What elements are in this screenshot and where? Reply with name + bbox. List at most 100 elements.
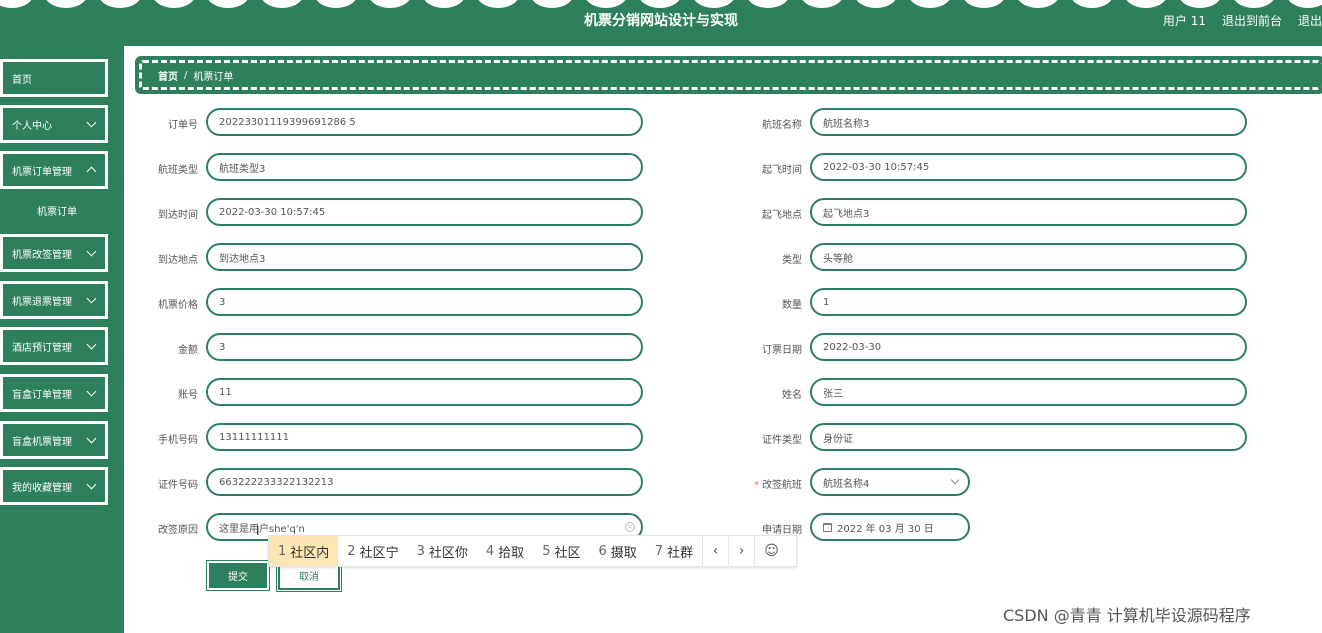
chevron-down-icon	[86, 479, 97, 490]
sidebar-item-label: 个人中心	[12, 120, 52, 132]
sidebar: 首页 个人中心 机票订单管理 机票订单 机票改签管理 机票退票管理 酒店预订管理…	[0, 46, 124, 633]
depart-place-label: 起飞地点	[762, 210, 802, 221]
flight-type-value: 航班类型3	[219, 163, 266, 175]
ime-candidate[interactable]: 2 社区宁	[338, 536, 407, 566]
flight-name-field[interactable]: 航班名称3	[810, 108, 1247, 136]
id-type-value: 身份证	[823, 433, 853, 445]
header-scallop-decoration	[0, 0, 1322, 8]
arrive-time-label: 到达时间	[158, 210, 198, 221]
sidebar-item-personal-center[interactable]: 个人中心	[0, 105, 108, 143]
sidebar-item-label: 首页	[12, 74, 32, 86]
sidebar-item-label: 盲盒订单管理	[12, 389, 72, 401]
back-to-front-link[interactable]: 退出到前台	[1222, 12, 1282, 29]
depart-time-value: 2022-03-30 10:57:45	[823, 161, 930, 173]
header-actions: 用户 11 退出到前台 退出	[1163, 12, 1322, 29]
depart-time-label: 起飞时间	[762, 165, 802, 176]
order-no-field[interactable]: 20223301119399691286 5	[206, 108, 643, 136]
sidebar-item-blindbox-ticket-mgmt[interactable]: 盲盒机票管理	[0, 421, 108, 459]
chevron-down-icon	[86, 433, 97, 444]
ime-candidate-bar: 1 社区内 2 社区宁 3 社区你 4 拾取 5 社区 6 摄取 7 社群 ‹ › ☺	[268, 535, 797, 567]
quantity-field[interactable]: 1	[810, 288, 1247, 316]
sidebar-item-blindbox-order-mgmt[interactable]: 盲盒订单管理	[0, 374, 108, 412]
ime-candidate[interactable]: 4 拾取	[477, 536, 533, 566]
ime-candidate[interactable]: 5 社区	[533, 536, 589, 566]
sidebar-item-change-mgmt[interactable]: 机票改签管理	[0, 234, 108, 272]
id-no-field[interactable]: 663222233322132213	[206, 468, 643, 496]
phone-field[interactable]: 13111111111	[206, 423, 643, 451]
phone-value: 13111111111	[219, 431, 289, 443]
account-field[interactable]: 11	[206, 378, 643, 406]
order-date-value: 2022-03-30	[823, 341, 882, 353]
depart-time-field[interactable]: 2022-03-30 10:57:45	[810, 153, 1247, 181]
change-flight-label: * 改签航班	[754, 480, 802, 491]
sidebar-item-hotel-mgmt[interactable]: 酒店预订管理	[0, 327, 108, 365]
order-date-field[interactable]: 2022-03-30	[810, 333, 1247, 361]
quantity-value: 1	[823, 296, 830, 308]
site-title: 机票分销网站设计与实现	[584, 13, 738, 29]
id-type-label: 证件类型	[762, 435, 802, 446]
price-value: 3	[219, 296, 226, 308]
emoji-icon[interactable]: ☺	[754, 536, 788, 566]
sidebar-item-label: 酒店预订管理	[12, 342, 72, 354]
order-date-label: 订票日期	[762, 345, 802, 356]
type-field[interactable]: 头等舱	[810, 243, 1247, 271]
apply-date-value: 2022 年 03 月 30 日	[837, 523, 934, 535]
depart-place-value: 起飞地点3	[823, 208, 870, 220]
sidebar-item-label: 机票订单管理	[12, 166, 72, 178]
sidebar-subitem-label: 机票订单	[37, 206, 77, 218]
breadcrumb: 首页 / 机票订单	[135, 56, 1322, 94]
account-label: 账号	[178, 390, 198, 401]
clear-icon[interactable]: ×	[625, 522, 635, 532]
ime-candidate[interactable]: 7 社群	[646, 536, 702, 566]
chevron-down-icon	[86, 246, 97, 257]
required-mark: *	[754, 480, 759, 491]
arrive-place-value: 到达地点3	[219, 253, 266, 265]
phone-label: 手机号码	[158, 435, 198, 446]
amount-field[interactable]: 3	[206, 333, 643, 361]
id-type-field[interactable]: 身份证	[810, 423, 1247, 451]
arrive-place-field[interactable]: 到达地点3	[206, 243, 643, 271]
price-label: 机票价格	[158, 300, 198, 311]
breadcrumb-separator: /	[184, 69, 188, 81]
ime-next-icon[interactable]: ›	[728, 536, 754, 566]
apply-date-picker[interactable]: 2022 年 03 月 30 日	[810, 513, 970, 541]
sidebar-item-label: 盲盒机票管理	[12, 436, 72, 448]
amount-value: 3	[219, 341, 226, 353]
amount-label: 金额	[178, 345, 198, 356]
ime-prev-icon[interactable]: ‹	[702, 536, 728, 566]
id-no-label: 证件号码	[158, 480, 198, 491]
text-cursor-icon: I	[256, 524, 260, 538]
chevron-down-icon	[86, 117, 97, 128]
arrive-time-field[interactable]: 2022-03-30 10:57:45	[206, 198, 643, 226]
sidebar-item-favorites-mgmt[interactable]: 我的收藏管理	[0, 467, 108, 505]
ime-candidate[interactable]: 3 社区你	[408, 536, 477, 566]
logout-link[interactable]: 退出	[1298, 12, 1322, 29]
quantity-label: 数量	[782, 300, 802, 311]
id-no-value: 663222233322132213	[219, 476, 334, 488]
depart-place-field[interactable]: 起飞地点3	[810, 198, 1247, 226]
ime-candidate[interactable]: 1 社区内	[269, 536, 339, 566]
change-flight-select[interactable]: 航班名称4	[810, 468, 970, 496]
arrive-place-label: 到达地点	[158, 255, 198, 266]
sidebar-item-label: 机票退票管理	[12, 296, 72, 308]
sidebar-subitem-ticket-order[interactable]: 机票订单	[0, 192, 124, 228]
top-header: 机票分销网站设计与实现 用户 11 退出到前台 退出	[0, 0, 1322, 46]
ime-candidate[interactable]: 6 摄取	[589, 536, 645, 566]
account-value: 11	[219, 386, 232, 398]
arrive-time-value: 2022-03-30 10:57:45	[219, 206, 326, 218]
submit-button[interactable]: 提交	[206, 560, 270, 591]
order-no-value: 20223301119399691286 5	[219, 116, 356, 128]
flight-type-field[interactable]: 航班类型3	[206, 153, 643, 181]
change-flight-value: 航班名称4	[823, 478, 870, 490]
breadcrumb-current: 机票订单	[193, 71, 234, 83]
name-label: 姓名	[782, 390, 802, 401]
breadcrumb-home[interactable]: 首页	[158, 68, 178, 83]
name-field[interactable]: 张三	[810, 378, 1247, 406]
chevron-down-icon	[86, 339, 97, 350]
sidebar-item-refund-mgmt[interactable]: 机票退票管理	[0, 281, 108, 319]
apply-date-label: 申请日期	[762, 525, 802, 536]
type-value: 头等舱	[823, 253, 853, 265]
price-field[interactable]: 3	[206, 288, 643, 316]
sidebar-item-ticket-order-mgmt[interactable]: 机票订单管理	[0, 151, 108, 189]
sidebar-item-home[interactable]: 首页	[0, 59, 108, 97]
